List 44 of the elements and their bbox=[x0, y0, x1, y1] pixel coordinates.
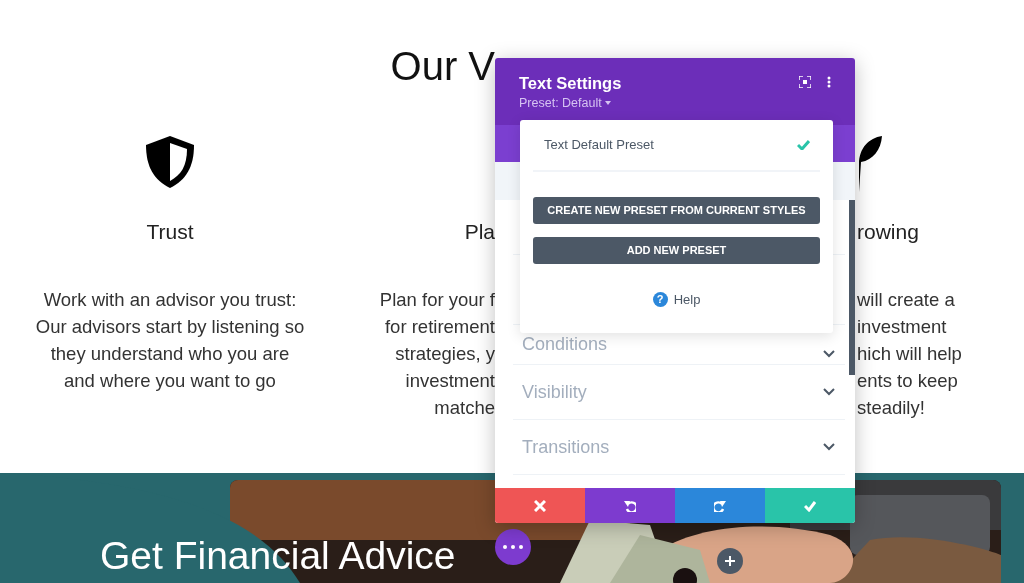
check-icon bbox=[804, 499, 816, 512]
undo-icon bbox=[624, 499, 636, 512]
value-text: will create a bbox=[857, 288, 956, 312]
redo-icon bbox=[714, 499, 726, 512]
value-text: they understand who you are bbox=[49, 342, 291, 366]
preset-action-button[interactable]: CREATE NEW PRESET FROM CURRENT STYLES bbox=[533, 197, 820, 224]
value-text: investment bbox=[857, 315, 948, 339]
value-title: Trust bbox=[146, 219, 194, 245]
check-icon bbox=[797, 140, 810, 150]
help-icon: ? bbox=[652, 292, 668, 308]
value-text: ents to keep bbox=[857, 369, 959, 393]
value-text: and where you want to go bbox=[63, 369, 277, 393]
chevron-icon bbox=[823, 388, 835, 396]
caret-icon bbox=[604, 101, 611, 105]
dots-icon bbox=[503, 545, 523, 549]
section-heading: Our V bbox=[389, 43, 495, 90]
shield-icon bbox=[144, 134, 196, 190]
scrollbar[interactable] bbox=[849, 200, 855, 375]
undo-button[interactable] bbox=[585, 488, 675, 523]
preset-dropdown[interactable]: Preset: Default bbox=[519, 94, 611, 112]
value-text: Work with an advisor you trust: bbox=[42, 288, 298, 312]
more-icon[interactable] bbox=[827, 76, 831, 88]
help-link[interactable]: Help bbox=[673, 290, 701, 310]
value-text: strategies, y bbox=[394, 342, 495, 366]
close-icon bbox=[534, 499, 546, 512]
value-text: Our advisors start by listening so bbox=[35, 315, 305, 339]
value-title: Pla bbox=[464, 219, 495, 245]
redo-button[interactable] bbox=[675, 488, 765, 523]
modal-title: Text Settings bbox=[519, 73, 622, 94]
value-text: for retirement bbox=[384, 315, 495, 339]
banner-title: Get Financial Advice bbox=[100, 533, 456, 579]
chevron-icon bbox=[823, 350, 835, 358]
chevron-icon bbox=[823, 443, 835, 451]
value-title: rowing bbox=[857, 219, 919, 245]
value-text: Plan for your f bbox=[379, 288, 495, 312]
value-text: steadily! bbox=[857, 396, 926, 420]
preset-item[interactable]: Text Default Preset bbox=[533, 120, 820, 172]
plus-icon bbox=[725, 556, 735, 566]
cancel-button[interactable] bbox=[495, 488, 585, 523]
value-text: hich will help bbox=[857, 342, 962, 366]
value-text: investment bbox=[404, 369, 495, 393]
preset-action-button[interactable]: ADD NEW PRESET bbox=[533, 237, 820, 264]
value-text: matche bbox=[433, 396, 495, 420]
expand-icon[interactable] bbox=[799, 76, 811, 88]
